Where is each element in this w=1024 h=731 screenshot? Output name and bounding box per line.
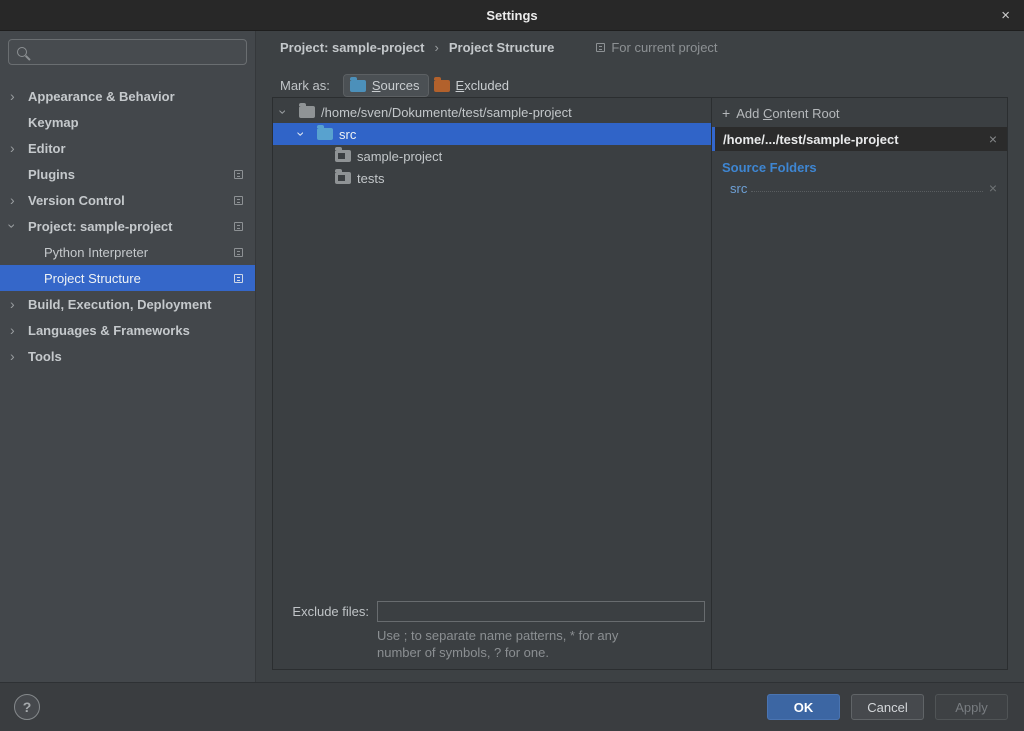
apply-button[interactable]: Apply bbox=[935, 694, 1008, 720]
plus-icon: + bbox=[722, 105, 730, 121]
remove-content-root-icon[interactable]: × bbox=[987, 131, 999, 147]
exclude-files-row: Exclude files: bbox=[273, 601, 705, 622]
breadcrumb-project: Project: sample-project bbox=[280, 40, 425, 55]
content-root-path: /home/.../test/sample-project bbox=[723, 132, 899, 147]
mark-sources-button[interactable]: Sources bbox=[344, 75, 428, 96]
chevron-right-icon bbox=[10, 297, 28, 311]
mark-as-toolbar: Mark as: Sources Excluded bbox=[280, 75, 517, 96]
dialog-title: Settings bbox=[486, 8, 537, 23]
sidebar-item-version-control[interactable]: Version Control bbox=[0, 187, 255, 213]
search-icon bbox=[17, 47, 27, 57]
project-scope-icon bbox=[234, 274, 243, 283]
chevron-right-icon bbox=[10, 141, 28, 155]
sidebar-item-plugins[interactable]: Plugins bbox=[0, 161, 255, 187]
project-scope-icon bbox=[234, 170, 243, 179]
content-root-detail-panel: + Add Content Root /home/.../test/sample… bbox=[712, 98, 1007, 669]
sidebar-item-appearance-behavior[interactable]: Appearance & Behavior bbox=[0, 83, 255, 109]
folder-icon bbox=[335, 172, 351, 184]
tree-row-sample-project[interactable]: sample-project bbox=[273, 145, 711, 167]
chevron-right-icon bbox=[10, 89, 28, 103]
project-scope-icon bbox=[234, 196, 243, 205]
exclude-files-label: Exclude files: bbox=[273, 604, 369, 619]
exclude-files-hint: Use ; to separate name patterns, * for a… bbox=[377, 627, 618, 661]
project-scope-icon bbox=[234, 248, 243, 257]
sidebar-list: Appearance & Behavior Keymap Editor Plug… bbox=[0, 73, 255, 369]
breadcrumb-separator-icon: › bbox=[435, 40, 439, 55]
sidebar-item-languages-frameworks[interactable]: Languages & Frameworks bbox=[0, 317, 255, 343]
chevron-right-icon bbox=[10, 349, 28, 363]
tree-row-content-root[interactable]: /home/sven/Dokumente/test/sample-project bbox=[273, 101, 711, 123]
sidebar-item-python-interpreter[interactable]: Python Interpreter bbox=[0, 239, 255, 265]
breadcrumb: Project: sample-project › Project Struct… bbox=[280, 40, 718, 55]
content-root-tree: /home/sven/Dokumente/test/sample-project… bbox=[273, 98, 712, 669]
scope-note: For current project bbox=[596, 40, 717, 55]
chevron-right-icon bbox=[10, 193, 28, 207]
dialog-buttons: OK Cancel Apply bbox=[767, 694, 1008, 720]
content-root-entry[interactable]: /home/.../test/sample-project × bbox=[712, 127, 1007, 151]
tree-row-tests[interactable]: tests bbox=[273, 167, 711, 189]
mark-excluded-button[interactable]: Excluded bbox=[428, 75, 517, 96]
dialog-titlebar: Settings × bbox=[0, 0, 1024, 31]
sidebar-item-build-execution-deployment[interactable]: Build, Execution, Deployment bbox=[0, 291, 255, 317]
sidebar-item-editor[interactable]: Editor bbox=[0, 135, 255, 161]
search-input[interactable] bbox=[34, 45, 246, 60]
exclude-files-input[interactable] bbox=[377, 601, 705, 622]
project-scope-icon bbox=[234, 222, 243, 231]
sidebar-item-project-structure[interactable]: Project Structure bbox=[0, 265, 255, 291]
project-scope-icon bbox=[596, 43, 605, 52]
chevron-right-icon bbox=[10, 323, 28, 337]
tree-row-src[interactable]: src bbox=[273, 123, 711, 145]
settings-sidebar: Appearance & Behavior Keymap Editor Plug… bbox=[0, 31, 256, 682]
source-folder-icon bbox=[317, 128, 333, 140]
breadcrumb-page: Project Structure bbox=[449, 40, 554, 55]
sidebar-item-project-sample-project[interactable]: Project: sample-project bbox=[0, 213, 255, 239]
folder-icon bbox=[335, 150, 351, 162]
structure-panels: /home/sven/Dokumente/test/sample-project… bbox=[272, 97, 1008, 670]
search-box[interactable] bbox=[8, 39, 247, 65]
folder-icon bbox=[299, 106, 315, 118]
help-button[interactable]: ? bbox=[14, 694, 40, 720]
source-folders-heading: Source Folders bbox=[712, 151, 1007, 177]
sources-folder-icon bbox=[350, 80, 366, 92]
cancel-button[interactable]: Cancel bbox=[851, 694, 924, 720]
source-folder-name: src bbox=[730, 181, 747, 196]
remove-source-folder-icon[interactable]: × bbox=[987, 180, 999, 196]
chevron-down-icon bbox=[10, 219, 28, 233]
dialog-footer: ? OK Cancel Apply bbox=[0, 682, 1024, 731]
add-content-root-button[interactable]: + Add Content Root bbox=[712, 105, 1007, 127]
chevron-down-icon[interactable] bbox=[299, 127, 317, 141]
chevron-down-icon[interactable] bbox=[281, 105, 299, 119]
source-folder-entry[interactable]: src × bbox=[712, 177, 1007, 196]
settings-main-area: Project: sample-project › Project Struct… bbox=[256, 31, 1024, 682]
mark-as-label: Mark as: bbox=[280, 78, 330, 93]
dotted-leader bbox=[751, 191, 982, 192]
close-icon[interactable]: × bbox=[997, 0, 1014, 31]
sidebar-item-keymap[interactable]: Keymap bbox=[0, 109, 255, 135]
excluded-folder-icon bbox=[434, 80, 450, 92]
sidebar-item-tools[interactable]: Tools bbox=[0, 343, 255, 369]
ok-button[interactable]: OK bbox=[767, 694, 840, 720]
